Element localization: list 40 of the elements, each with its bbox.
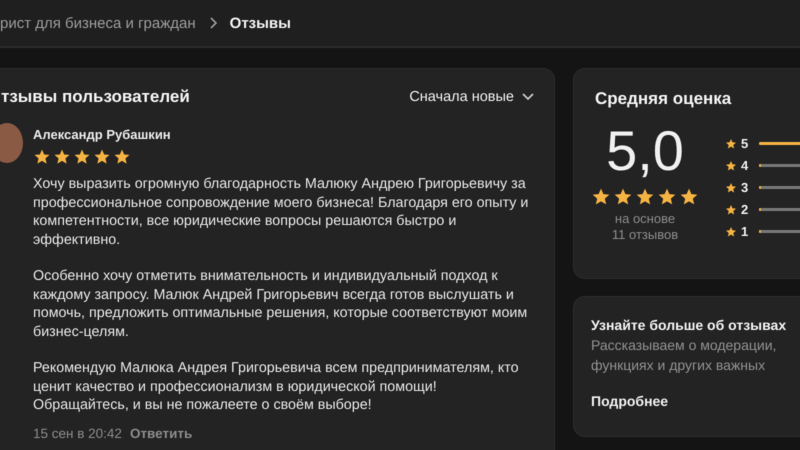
info-title: Узнайте больше об отзывах xyxy=(591,317,788,333)
star-icon xyxy=(613,187,633,207)
star-icon xyxy=(725,138,737,150)
review-date: 15 сен в 20:42 xyxy=(33,426,122,440)
rating-level-label: 1 xyxy=(741,224,750,239)
review-author: Александр Рубашкин xyxy=(33,127,172,142)
star-icon xyxy=(725,182,737,194)
star-icon xyxy=(53,148,71,166)
star-icon xyxy=(679,187,699,207)
star-icon xyxy=(591,187,611,207)
rating-level-label: 3 xyxy=(741,180,750,195)
rating-level-label: 2 xyxy=(741,202,750,217)
breadcrumb-link[interactable]: рист для бизнеса и граждан xyxy=(0,14,196,32)
star-icon xyxy=(725,160,737,172)
star-icon xyxy=(93,148,111,166)
star-icon xyxy=(725,226,737,238)
chevron-down-icon xyxy=(522,93,534,101)
reviews-title: тзывы пользователей xyxy=(1,87,190,107)
review-paragraph: Особенно хочу отметить внимательность и индивидуальный подход к каждому запросу. Малюк Андрей Григорьевич всегда готов выслушать и помочь, предложить оптимальные решения, которые соответствуют моим бизнес-целям. xyxy=(33,267,528,341)
star-icon xyxy=(725,204,737,216)
star-icon xyxy=(635,187,655,207)
star-icon xyxy=(73,148,91,166)
star-icon xyxy=(657,187,677,207)
rating-level-label: 4 xyxy=(741,158,750,173)
rating-title: Средняя оценка xyxy=(595,89,732,109)
star-icon xyxy=(113,148,131,166)
review-paragraph: Хочу выразить огромную благодарность Малюку Андрею Григорьевичу за профессиональное сопровождение моего бизнеса! Благодаря его опыту и компетентности, все юридические вопросы решаются быстро и эффективно. xyxy=(33,175,529,249)
rating-caption: 11 отзывов xyxy=(612,227,678,243)
rating-caption: на основе xyxy=(614,211,676,227)
star-icon xyxy=(33,148,51,166)
info-text: Рассказываем о модерации, xyxy=(591,336,778,355)
sort-dropdown[interactable]: Сначала новые xyxy=(409,89,534,105)
review-paragraph: Рекомендую Малюка Андрея Григорьевича всем предпринимателям, кто ценит качество и профессионализм в юридической помощи! Обращайтесь, и вы не пожалеете о своём выборе! xyxy=(33,359,520,414)
more-link[interactable]: Подробнее xyxy=(591,393,668,409)
average-score: 5,0 xyxy=(606,121,684,181)
info-text: функциях и других важных xyxy=(591,356,766,375)
chevron-right-icon xyxy=(208,17,218,29)
avatar xyxy=(0,123,23,163)
reply-link[interactable]: Ответить xyxy=(130,426,192,440)
rating-level-label: 5 xyxy=(741,136,750,151)
